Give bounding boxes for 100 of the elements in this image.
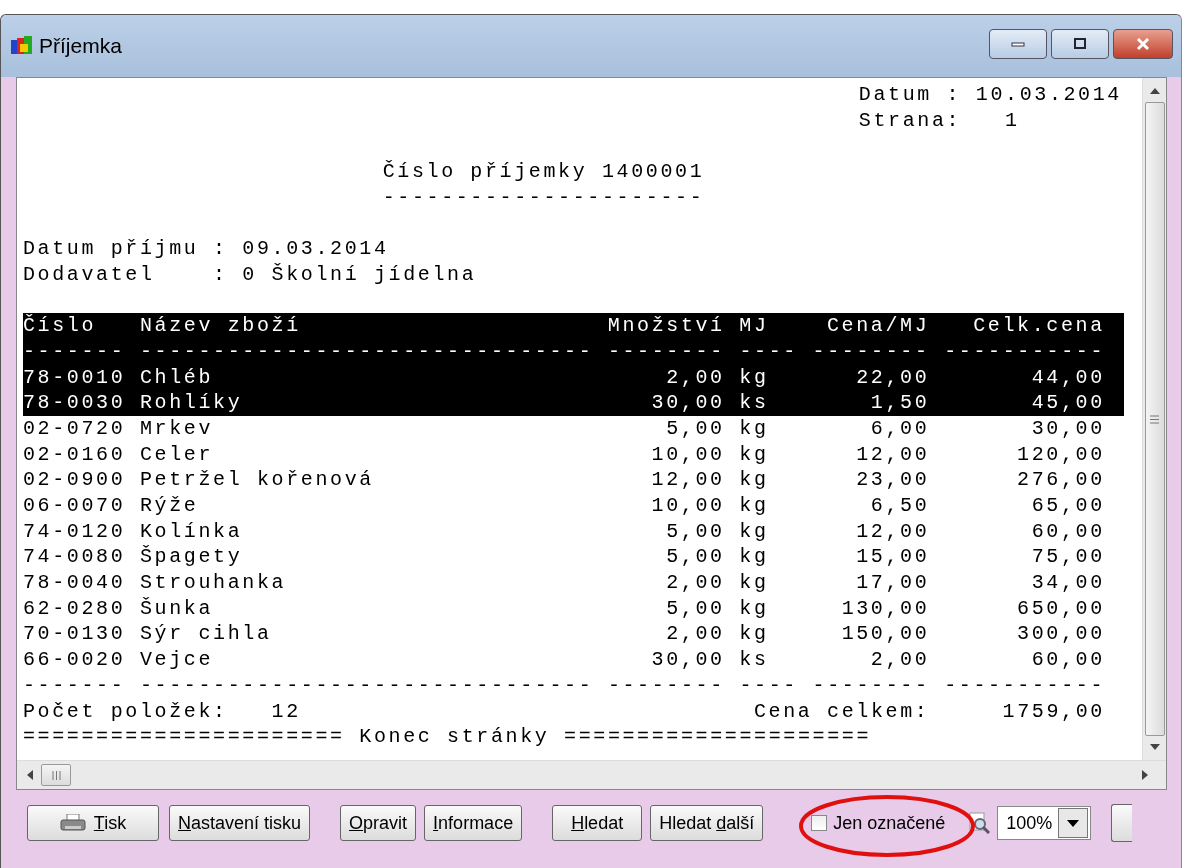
item-row[interactable]: 02-0160 Celer 10,00 kg 12,00 120,00: [23, 441, 1124, 468]
item-row[interactable]: 78-0010 Chléb 2,00 kg 22,00 44,00: [23, 364, 1124, 391]
table-cell: 66-0020: [23, 647, 126, 673]
minimize-icon: [1011, 41, 1025, 47]
report-title: Číslo příjemky 1400001: [382, 159, 705, 185]
toolbar-button[interactable]: Hledat další: [650, 805, 764, 841]
item-row[interactable]: 62-0280 Šunka 5,00 kg 130,00 650,00: [23, 595, 1124, 622]
item-row[interactable]: 70-0130 Sýr cihla 2,00 kg 150,00 300,00: [23, 621, 1124, 648]
close-button[interactable]: [1113, 29, 1173, 59]
toolbar-button[interactable]: Hledat: [552, 805, 643, 841]
table-cell-text: 300,00: [1016, 621, 1105, 648]
table-cell-text: 5,00: [665, 518, 725, 545]
table-cell: 74-0120: [23, 518, 126, 545]
table-cell-text: 45,00: [1030, 390, 1105, 416]
maximize-button[interactable]: [1051, 29, 1109, 59]
table-cell-text: 44,00: [1030, 364, 1105, 391]
table-cell-text: 6,00: [869, 415, 930, 442]
item-row[interactable]: 02-0720 Mrkev 5,00 kg 6,00 30,00: [23, 415, 1124, 442]
column-header: Celk.cena: [972, 313, 1105, 339]
table-cell-text: kg: [739, 570, 770, 596]
scroll-left-icon: [27, 770, 33, 780]
toolbar-button[interactable]: Tisk: [27, 805, 159, 841]
column-header: Cena/MJ: [826, 313, 930, 339]
column-header: MJ: [739, 313, 770, 339]
scroll-down-icon: [1149, 744, 1160, 750]
total-value: 1759,00: [1002, 698, 1105, 725]
table-cell-text: kg: [739, 441, 770, 468]
column-header: Název zboží: [139, 313, 302, 339]
table-cell-text: Šunka: [139, 595, 215, 622]
item-row[interactable]: 78-0040 Strouhanka 2,00 kg 17,00 34,00: [23, 570, 1124, 596]
column-header: Číslo: [23, 313, 98, 339]
table-cell-text: Strouhanka: [139, 570, 288, 596]
table-cell-text: 30,00: [650, 647, 725, 673]
date-value: 10.03.2014: [975, 82, 1122, 108]
date-label: Datum :: [858, 82, 962, 108]
window-title: Příjemka: [39, 34, 122, 58]
scrollbar-thumb[interactable]: [41, 764, 71, 786]
table-cell-text: 2,00: [665, 621, 725, 648]
table-cell-text: 2,00: [665, 570, 725, 596]
table-cell-text: 10,00: [650, 441, 725, 468]
vertical-scrollbar[interactable]: [1142, 78, 1166, 760]
table-cell-text: 15,00: [855, 544, 930, 571]
table-cell: 62-0280: [23, 595, 126, 622]
item-count-label: Počet položek:: [23, 698, 228, 725]
toolbar-button[interactable]: [1111, 804, 1133, 842]
checkbox[interactable]: [811, 815, 828, 831]
table-cell-text: 1,50: [869, 390, 930, 416]
table-cell-text: kg: [739, 621, 770, 648]
table-cell-text: Špagety: [139, 544, 244, 571]
table-cell-text: 34,00: [1030, 570, 1105, 596]
table-cell-text: 10,00: [650, 493, 725, 519]
scrollbar-thumb[interactable]: [1144, 102, 1165, 736]
table-cell: 78-0010: [23, 364, 126, 391]
item-row[interactable]: 06-0070 Rýže 10,00 kg 6,50 65,00: [23, 493, 1124, 519]
table-cell-text: 5,00: [665, 595, 725, 622]
table-cell: 78-0030: [23, 390, 126, 416]
item-count: 12: [271, 698, 301, 725]
table-cell-text: 276,00: [1016, 467, 1105, 493]
scroll-up-icon: [1149, 88, 1160, 94]
table-cell-text: Rohlíky: [139, 390, 244, 416]
zoom-dropdown[interactable]: 100%: [997, 806, 1092, 840]
table-cell: 02-0160: [23, 441, 126, 468]
table-cell-text: 30,00: [650, 390, 725, 416]
total-label: Cena celkem:: [753, 698, 930, 725]
table-cell: 70-0130: [23, 621, 126, 648]
supplier-label: Dodavatel :: [23, 261, 228, 288]
app-icon: [11, 36, 33, 56]
item-row[interactable]: 74-0080 Špagety 5,00 kg 15,00 75,00: [23, 544, 1124, 571]
table-cell-text: 12,00: [855, 518, 930, 545]
magnifier-icon: [969, 812, 992, 834]
item-row[interactable]: 78-0030 Rohlíky 30,00 ks 1,50 45,00: [23, 390, 1124, 416]
toolbar-button[interactable]: Nastavení tisku: [169, 805, 311, 841]
printer-icon: [59, 814, 86, 832]
horizontal-scrollbar[interactable]: [17, 760, 1166, 789]
table-cell-text: Sýr cihla: [139, 621, 273, 648]
table-cell-text: 12,00: [855, 441, 930, 468]
page-number: 1: [1004, 107, 1021, 134]
grip-icon: [1150, 414, 1159, 424]
table-cell-text: 120,00: [1016, 441, 1105, 468]
toolbar-button[interactable]: Opravit: [340, 805, 417, 841]
table-cell-text: ks: [739, 390, 770, 416]
table-cell: 02-0720: [23, 415, 126, 442]
table-cell-text: ks: [739, 647, 770, 673]
table-cell-text: kg: [739, 364, 770, 391]
table-cell-text: 22,00: [855, 364, 930, 391]
table-cell-text: 650,00: [1016, 595, 1105, 622]
table-cell-text: 5,00: [665, 544, 725, 571]
item-row[interactable]: 66-0020 Vejce 30,00 ks 2,00 60,00: [23, 647, 1124, 673]
table-cell-text: kg: [739, 544, 770, 571]
grip-icon: [51, 770, 61, 780]
item-row[interactable]: 02-0900 Petržel kořenová 12,00 kg 23,00 276,00: [23, 467, 1124, 493]
minimize-button[interactable]: [989, 29, 1047, 59]
table-cell-text: 60,00: [1030, 647, 1105, 673]
toolbar-button[interactable]: Informace: [424, 805, 523, 841]
table-cell-text: 130,00: [840, 595, 930, 622]
table-cell: 06-0070: [23, 493, 126, 519]
item-row[interactable]: 74-0120 Kolínka 5,00 kg 12,00 60,00: [23, 518, 1124, 545]
table-cell-text: 65,00: [1030, 493, 1105, 519]
table-cell-text: Kolínka: [139, 518, 244, 545]
scroll-right-icon: [1142, 770, 1148, 780]
